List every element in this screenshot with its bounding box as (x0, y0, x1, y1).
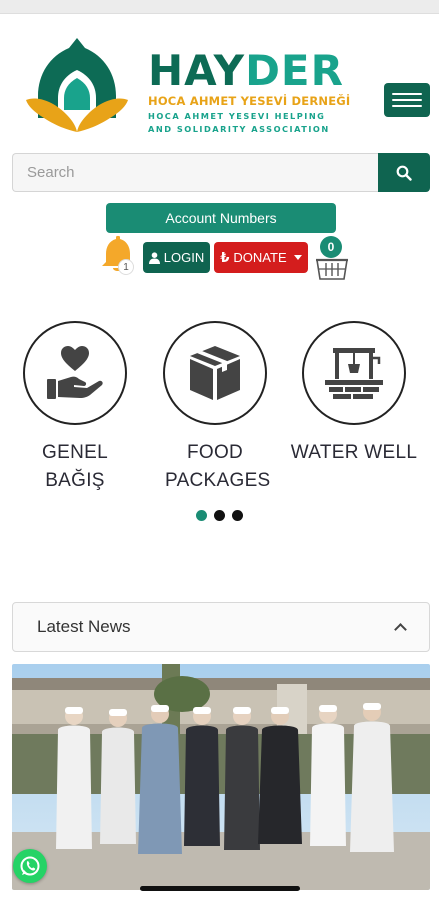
user-icon (148, 251, 160, 264)
brand-text[interactable]: HAYDER HOCA AHMET YESEVİ DERNEĞİ HOCA AH… (148, 50, 363, 135)
brand-subtitle-tr: HOCA AHMET YESEVİ DERNEĞİ (148, 94, 351, 108)
search-button[interactable] (378, 153, 430, 192)
category-label: FOOD PACKAGES (165, 442, 271, 491)
category-icon-circle (23, 321, 127, 425)
brand-subtitle-en-1: HOCA AHMET YESEVI HELPING (148, 111, 326, 121)
lira-icon: ₺ (220, 249, 230, 265)
search-input[interactable] (12, 153, 378, 192)
hand-heart-icon (47, 346, 103, 399)
latest-news-accordion[interactable]: Latest News (12, 602, 430, 652)
latest-news-title: Latest News (37, 617, 131, 636)
brand-name-part1: HAY (148, 46, 246, 95)
menu-line-icon (392, 105, 422, 107)
news-photo[interactable] (12, 664, 430, 890)
search-bar (12, 153, 430, 192)
water-well-icon (325, 348, 383, 399)
box-icon (190, 346, 240, 400)
menu-line-icon (392, 93, 422, 95)
carousel-dot[interactable] (214, 510, 225, 521)
category-genel-bagis[interactable]: GENEL BAĞIŞ (10, 321, 140, 495)
login-label: LOGIN (163, 250, 205, 265)
caret-down-icon (293, 255, 302, 260)
notification-count-badge: 1 (118, 259, 134, 275)
category-icon-circle (302, 321, 406, 425)
category-water-well[interactable]: WATER WELL (289, 321, 419, 467)
whatsapp-icon (20, 856, 40, 876)
donate-label: DONATE (233, 250, 287, 265)
chevron-up-icon[interactable] (394, 623, 407, 636)
donate-dropdown-button[interactable]: ₺ DONATE (214, 242, 308, 273)
hamburger-menu-button[interactable] (384, 83, 430, 117)
browser-top-bar (0, 0, 439, 14)
brand-name: HAYDER (148, 50, 363, 92)
menu-line-icon (392, 99, 422, 101)
cart-count-badge: 0 (320, 236, 342, 258)
carousel-pagination (196, 510, 243, 521)
search-icon (396, 165, 412, 181)
brand-name-part2: DER (245, 46, 344, 95)
whatsapp-button[interactable] (13, 849, 47, 883)
hayder-logo[interactable] (22, 34, 132, 140)
brand-subtitle-en-2: AND SOLIDARITY ASSOCIATION (148, 124, 330, 134)
category-label: WATER WELL (290, 442, 418, 463)
home-indicator (140, 886, 300, 891)
carousel-dot-active[interactable] (196, 510, 207, 521)
account-numbers-button[interactable]: Account Numbers (106, 203, 336, 233)
category-icon-circle (163, 321, 267, 425)
category-label: GENEL BAĞIŞ (42, 442, 108, 491)
login-button[interactable]: LOGIN (143, 242, 210, 273)
carousel-dot[interactable] (232, 510, 243, 521)
category-food-packages[interactable]: FOOD PACKAGES (150, 321, 280, 495)
